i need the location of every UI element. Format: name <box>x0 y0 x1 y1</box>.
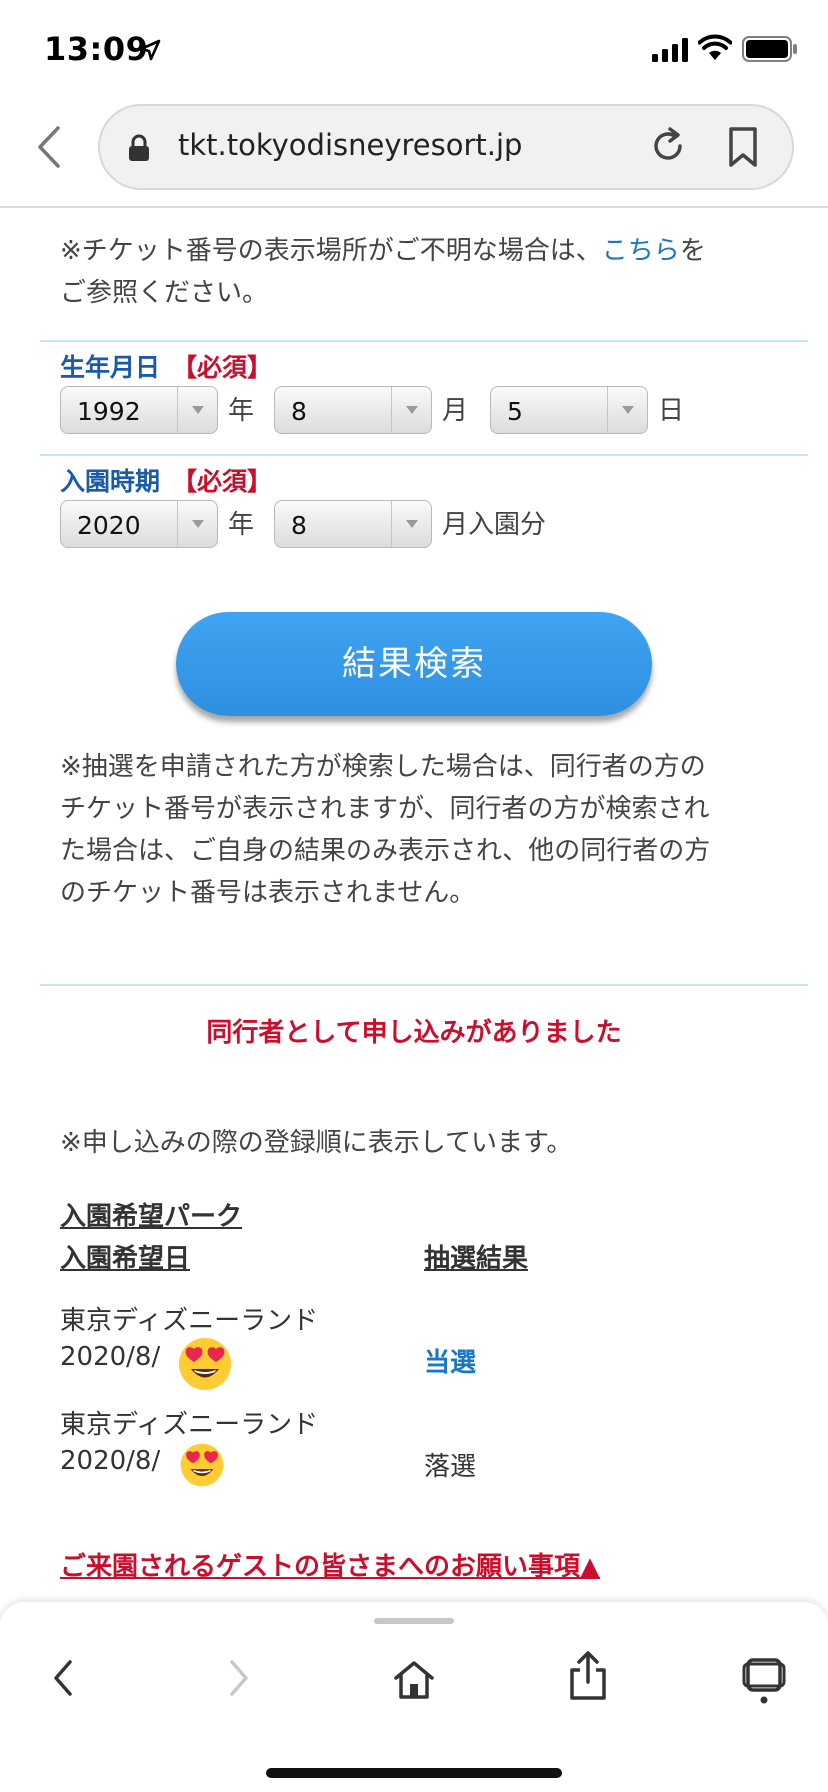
chevron-down-icon <box>391 501 431 547</box>
heart-eyes-emoji-icon <box>180 1443 224 1487</box>
back-chevron-icon[interactable] <box>30 122 70 172</box>
chevron-down-icon <box>391 387 431 433</box>
wifi-icon <box>698 34 732 60</box>
birthdate-label-text: 生年月日 <box>60 353 161 382</box>
explanation-line: のチケット番号は表示されません。 <box>60 878 476 908</box>
visit-date: 2020/8/ <box>60 1342 160 1372</box>
lock-icon <box>129 134 149 161</box>
chevron-down-icon <box>607 387 647 433</box>
birth-year-value: 1992 <box>77 397 141 426</box>
day-unit: 日 <box>658 396 685 426</box>
year-unit: 年 <box>228 510 255 540</box>
chevron-down-icon <box>177 387 217 433</box>
divider <box>40 984 808 986</box>
location-arrow-icon <box>139 39 161 61</box>
lottery-result-win: 当選 <box>424 1348 477 1378</box>
required-badge: 【必須】 <box>172 353 273 382</box>
visit-month-value: 8 <box>291 511 307 540</box>
month-unit: 月 <box>442 396 469 426</box>
birth-day-select[interactable]: 5 <box>490 386 648 434</box>
birthdate-label: 生年月日 【必須】 <box>60 348 272 384</box>
explanation-note: ※抽選を申請された方が検索した場合は、同行者の方の チケット番号が表示されますが… <box>60 746 776 914</box>
back-arrow-icon[interactable] <box>48 1658 80 1698</box>
visit-year-value: 2020 <box>77 511 141 540</box>
browser-address-row: tkt.tokyodisneyresort.jp <box>0 96 828 208</box>
birth-month-select[interactable]: 8 <box>274 386 432 434</box>
order-note: ※申し込みの際の登録順に表示しています。 <box>60 1128 573 1158</box>
birth-month-value: 8 <box>291 397 307 426</box>
visit-month-select[interactable]: 8 <box>274 500 432 548</box>
park-name: 東京ディズニーランド <box>60 1306 319 1336</box>
header-date: 入園希望日 <box>60 1244 191 1274</box>
forward-arrow-icon[interactable] <box>222 1658 254 1698</box>
visit-period-label: 入園時期 【必須】 <box>60 462 272 498</box>
header-park: 入園希望パーク <box>60 1202 243 1232</box>
visit-date-text: 2020/8/ <box>60 1446 161 1476</box>
divider <box>40 340 808 342</box>
explanation-line: ※抽選を申請された方が検索した場合は、同行者の方の <box>60 752 706 782</box>
search-results-button[interactable]: 結果検索 <box>176 612 652 716</box>
visit-date-text: 2020/8/ <box>60 1342 161 1372</box>
status-time: 13:09 <box>44 30 149 68</box>
bookmark-icon[interactable] <box>726 126 760 168</box>
divider <box>40 454 808 456</box>
cellular-signal-icon <box>652 38 688 62</box>
companion-alert: 同行者として申し込みがありました <box>206 1018 622 1048</box>
status-bar: 13:09 <box>0 0 828 96</box>
chevron-down-icon <box>177 501 217 547</box>
reload-icon[interactable] <box>648 126 688 166</box>
browser-toolbar <box>0 1602 828 1792</box>
year-unit: 年 <box>228 396 255 426</box>
ticket-location-note: ※チケット番号の表示場所がご不明な場合は、こちらを ご参照ください。 <box>60 230 776 314</box>
header-result: 抽選結果 <box>424 1244 529 1274</box>
tabs-icon[interactable] <box>742 1654 786 1706</box>
ticket-note-suffix: を <box>679 236 706 266</box>
share-icon[interactable] <box>566 1650 610 1702</box>
drag-handle[interactable] <box>374 1618 454 1624</box>
required-badge: 【必須】 <box>172 467 273 496</box>
visit-label-text: 入園時期 <box>60 467 161 496</box>
visit-date: 2020/8/ <box>60 1446 160 1476</box>
birth-day-value: 5 <box>507 397 523 426</box>
home-icon[interactable] <box>392 1658 436 1702</box>
birth-year-select[interactable]: 1992 <box>60 386 218 434</box>
guest-request-link[interactable]: ご来園されるゲストの皆さまへのお願い事項▲ <box>60 1546 600 1583</box>
lottery-result-lose: 落選 <box>424 1452 477 1482</box>
url-text: tkt.tokyodisneyresort.jp <box>178 128 523 162</box>
address-bar[interactable]: tkt.tokyodisneyresort.jp <box>98 104 794 190</box>
ticket-note-text: ※チケット番号の表示場所がご不明な場合は、 <box>60 236 602 266</box>
visit-month-unit: 月入園分 <box>442 510 547 540</box>
park-name: 東京ディズニーランド <box>60 1410 319 1440</box>
explanation-line: た場合は、ご自身の結果のみ表示され、他の同行者の方 <box>60 836 711 866</box>
here-link[interactable]: こちら <box>602 236 680 266</box>
explanation-line: チケット番号が表示されますが、同行者の方が検索され <box>60 794 710 824</box>
visit-year-select[interactable]: 2020 <box>60 500 218 548</box>
battery-icon <box>742 36 797 62</box>
home-indicator <box>266 1768 562 1778</box>
ticket-note-line2: ご参照ください。 <box>60 278 269 308</box>
heart-eyes-emoji-icon <box>179 1338 231 1390</box>
